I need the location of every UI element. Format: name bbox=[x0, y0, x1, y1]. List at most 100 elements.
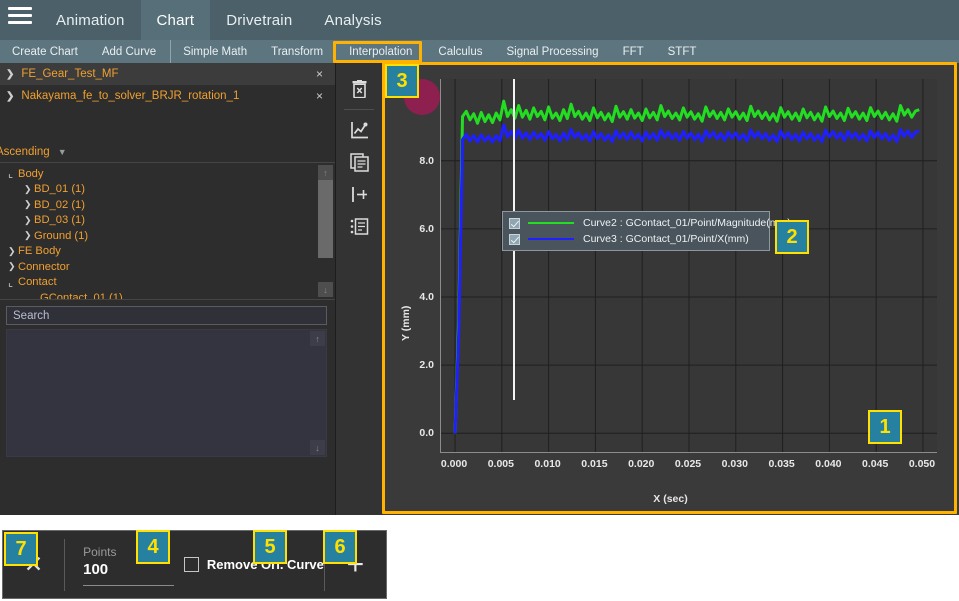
legend-label-curve3: Curve3 : GContact_01/Point/X(mm) bbox=[583, 233, 749, 245]
tab-interpolation-label: Interpolation bbox=[349, 46, 412, 58]
tab-stft-label: STFT bbox=[668, 46, 697, 58]
legend-label-curve2: Curve2 : GContact_01/Point/Magnitude(mm) bbox=[583, 217, 791, 229]
x-tick-label: 0.010 bbox=[534, 458, 560, 470]
badge-6: 6 bbox=[323, 530, 357, 564]
tree-item-fe-body[interactable]: ❯ FE Body bbox=[0, 244, 335, 260]
tree-item-connector[interactable]: ❯ Connector bbox=[0, 259, 335, 275]
tab-calculus-label: Calculus bbox=[438, 46, 482, 58]
legend-checkbox-curve2[interactable] bbox=[509, 218, 520, 229]
search-placeholder: Search bbox=[13, 310, 49, 322]
tab-add-curve[interactable]: Add Curve bbox=[90, 40, 168, 63]
chevron-down-icon[interactable]: ▼ bbox=[58, 147, 67, 157]
tree-item-connector-label: Connector bbox=[18, 261, 70, 273]
x-tick-label: 0.030 bbox=[722, 458, 748, 470]
tab-interpolation[interactable]: Interpolation bbox=[335, 40, 426, 63]
search-input[interactable]: Search bbox=[6, 306, 327, 325]
tree-item-contact-label: Contact bbox=[18, 276, 57, 288]
tree-item-ground[interactable]: ❯ Ground (1) bbox=[0, 228, 335, 244]
tree-item-gcontact01[interactable]: GContact_01 (1) bbox=[0, 290, 335, 300]
entity-tree[interactable]: ⌞ Body ❯ BD_01 (1) ❯ BD_02 (1) ❯ BD_03 (… bbox=[0, 163, 335, 300]
collapse-icon[interactable]: ⌞ bbox=[8, 167, 18, 180]
badge-6-label: 6 bbox=[334, 536, 345, 559]
x-tick-label: 0.045 bbox=[862, 458, 888, 470]
menu-item-drivetrain[interactable]: Drivetrain bbox=[210, 0, 308, 40]
tab-calculus[interactable]: Calculus bbox=[426, 40, 494, 63]
chart-panel[interactable]: Y (mm) X (sec) 0.02.04.06.08.0 0.0000.00… bbox=[382, 63, 959, 515]
checkbox-box[interactable] bbox=[184, 557, 199, 572]
document-item-1[interactable]: ❯ Nakayama_fe_to_solver_BRJR_rotation_1 … bbox=[0, 85, 335, 107]
chevron-right-icon[interactable]: ❯ bbox=[8, 246, 18, 257]
chart-plot-area[interactable] bbox=[440, 79, 937, 453]
close-icon[interactable]: × bbox=[316, 67, 323, 81]
close-icon[interactable]: × bbox=[316, 89, 323, 103]
chevron-right-icon[interactable]: ❯ bbox=[6, 91, 14, 102]
y-tick-label: 0.0 bbox=[388, 427, 434, 439]
split-view-button[interactable] bbox=[336, 178, 382, 210]
document-list: ❯ FE_Gear_Test_MF × ❯ Nakayama_fe_to_sol… bbox=[0, 63, 335, 125]
sort-order-dropdown[interactable]: Ascending ▼ bbox=[0, 141, 335, 163]
tab-simple-math[interactable]: Simple Math bbox=[170, 40, 259, 63]
tree-scrollbar[interactable]: ↑ ↓ bbox=[318, 165, 333, 297]
badge-1-label: 1 bbox=[879, 416, 890, 439]
chevron-right-icon[interactable]: ❯ bbox=[8, 261, 18, 272]
tab-signal-processing[interactable]: Signal Processing bbox=[495, 40, 611, 63]
scroll-up-icon[interactable]: ↑ bbox=[318, 165, 333, 180]
x-tick-label: 0.025 bbox=[675, 458, 701, 470]
tab-add-curve-label: Add Curve bbox=[102, 46, 156, 58]
scroll-up-icon[interactable]: ↑ bbox=[310, 331, 325, 346]
legend-item-curve3[interactable]: Curve3 : GContact_01/Point/X(mm) bbox=[509, 231, 763, 247]
menu-item-analysis[interactable]: Analysis bbox=[308, 0, 397, 40]
menu-item-chart-label: Chart bbox=[157, 12, 195, 29]
chevron-right-icon[interactable]: ❯ bbox=[6, 69, 14, 80]
legend-color-swatch-curve3 bbox=[528, 238, 574, 240]
legend-checkbox-curve3[interactable] bbox=[509, 234, 520, 245]
curve-result-list[interactable]: ↑ ↓ bbox=[6, 329, 327, 457]
scroll-down-icon[interactable]: ↓ bbox=[310, 440, 325, 455]
tab-transform-label: Transform bbox=[271, 46, 323, 58]
legend-item-curve2[interactable]: Curve2 : GContact_01/Point/Magnitude(mm) bbox=[509, 215, 763, 231]
tree-item-bd03[interactable]: ❯ BD_03 (1) bbox=[0, 213, 335, 229]
badge-4-label: 4 bbox=[147, 536, 158, 559]
chart-plot[interactable]: Y (mm) X (sec) 0.02.04.06.08.0 0.0000.00… bbox=[382, 63, 959, 515]
duplicate-pages-button[interactable] bbox=[336, 146, 382, 178]
collapse-icon[interactable]: ⌞ bbox=[8, 276, 18, 289]
application-window: Animation Chart Drivetrain Analysis Crea… bbox=[0, 0, 959, 601]
tab-create-chart[interactable]: Create Chart bbox=[0, 40, 90, 63]
scrollbar-thumb[interactable] bbox=[318, 180, 333, 258]
badge-4: 4 bbox=[136, 530, 170, 564]
chevron-right-icon[interactable]: ❯ bbox=[24, 230, 34, 241]
scroll-down-icon[interactable]: ↓ bbox=[318, 282, 333, 297]
tree-item-bd02[interactable]: ❯ BD_02 (1) bbox=[0, 197, 335, 213]
tree-item-bd02-label: BD_02 (1) bbox=[34, 199, 85, 211]
tree-item-bd01[interactable]: ❯ BD_01 (1) bbox=[0, 182, 335, 198]
document-item-0-label: FE_Gear_Test_MF bbox=[21, 68, 118, 80]
chart-view-button[interactable] bbox=[336, 114, 382, 146]
list-view-button[interactable] bbox=[336, 210, 382, 242]
tab-stft[interactable]: STFT bbox=[656, 40, 709, 63]
menu-icon[interactable] bbox=[0, 0, 40, 40]
badge-5: 5 bbox=[253, 530, 287, 564]
chart-legend[interactable]: Curve2 : GContact_01/Point/Magnitude(mm)… bbox=[502, 211, 770, 251]
tree-item-body[interactable]: ⌞ Body bbox=[0, 166, 335, 182]
left-sidebar: ❯ FE_Gear_Test_MF × ❯ Nakayama_fe_to_sol… bbox=[0, 63, 336, 515]
list-icon bbox=[350, 217, 369, 236]
tab-fft[interactable]: FFT bbox=[611, 40, 656, 63]
menu-item-chart[interactable]: Chart bbox=[141, 0, 211, 40]
legend-color-swatch-curve2 bbox=[528, 222, 574, 224]
chevron-right-icon[interactable]: ❯ bbox=[24, 199, 34, 210]
x-axis-title: X (sec) bbox=[382, 493, 959, 505]
document-item-0[interactable]: ❯ FE_Gear_Test_MF × bbox=[0, 63, 335, 85]
delete-icon bbox=[351, 80, 368, 98]
tab-transform[interactable]: Transform bbox=[259, 40, 335, 63]
pages-icon bbox=[350, 153, 369, 172]
badge-3-label: 3 bbox=[396, 70, 407, 93]
menu-item-analysis-label: Analysis bbox=[324, 12, 381, 29]
chevron-right-icon[interactable]: ❯ bbox=[24, 215, 34, 226]
tree-item-contact[interactable]: ⌞ Contact bbox=[0, 275, 335, 291]
delete-curve-button[interactable] bbox=[336, 73, 382, 105]
x-tick-label: 0.015 bbox=[581, 458, 607, 470]
x-tick-label: 0.000 bbox=[441, 458, 467, 470]
chevron-right-icon[interactable]: ❯ bbox=[24, 184, 34, 195]
menu-item-animation[interactable]: Animation bbox=[40, 0, 141, 40]
result-list-scrollbar[interactable]: ↑ ↓ bbox=[310, 331, 325, 455]
